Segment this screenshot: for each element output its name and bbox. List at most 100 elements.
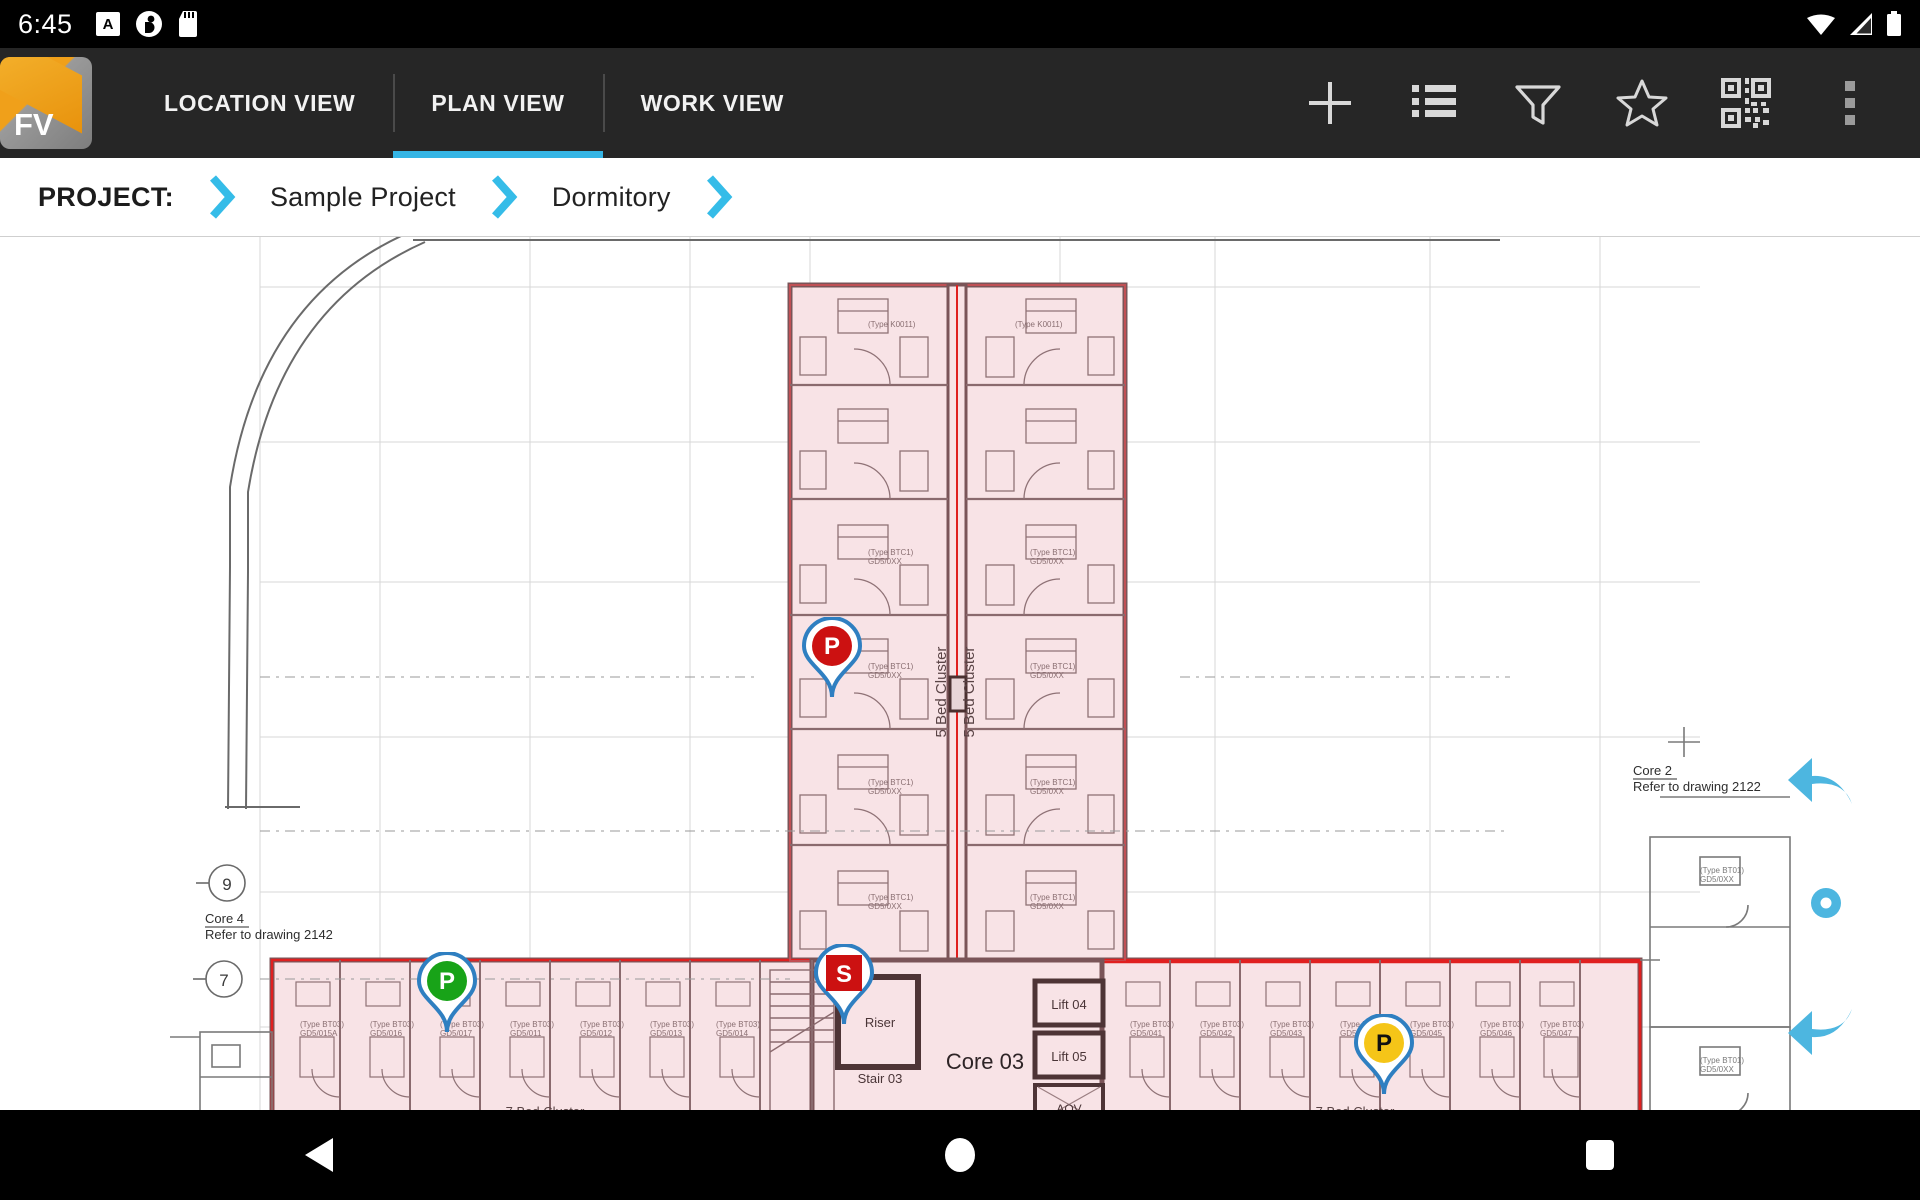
svg-text:Core 4: Core 4: [205, 911, 244, 926]
svg-text:A: A: [102, 16, 113, 33]
svg-text:GD5/0XX: GD5/0XX: [1030, 902, 1064, 911]
scan-qr-button[interactable]: [1698, 48, 1794, 158]
app-logo[interactable]: FV: [0, 57, 92, 149]
svg-text:(Type K0011): (Type K0011): [868, 320, 916, 329]
app-bar-actions: [1282, 48, 1920, 158]
recents-square-icon: [1586, 1140, 1614, 1170]
svg-text:GD5/0XX: GD5/0XX: [1030, 787, 1064, 796]
android-home-button[interactable]: [870, 1110, 1050, 1200]
svg-text:(Type BT03): (Type BT03): [1410, 1020, 1454, 1029]
android-recents-button[interactable]: [1510, 1110, 1690, 1200]
breadcrumb-project-label: PROJECT:: [38, 181, 174, 212]
map-marker-p-yellow[interactable]: P: [1352, 1014, 1416, 1096]
plan-label-stair-03: Stair 03: [858, 1071, 903, 1086]
view-tabs: LOCATION VIEW PLAN VIEW WORK VIEW: [126, 48, 822, 158]
svg-text:(Type BTC1): (Type BTC1): [868, 893, 914, 902]
filter-button[interactable]: [1490, 48, 1586, 158]
svg-text:7: 7: [219, 971, 228, 990]
rotate-left-icon: [1788, 758, 1852, 804]
rotate-left-button[interactable]: [1786, 752, 1860, 816]
status-clock: 6:45: [18, 8, 73, 39]
status-system-icons: [1806, 11, 1902, 37]
svg-text:(Type BT03): (Type BT03): [370, 1020, 414, 1029]
cellular-signal-icon: [1850, 13, 1872, 35]
map-marker-p-red[interactable]: P: [800, 617, 864, 699]
svg-text:GD5/0XX: GD5/0XX: [868, 787, 902, 796]
svg-text:Refer to drawing 2142: Refer to drawing 2142: [205, 927, 333, 942]
list-icon: [1412, 85, 1456, 117]
svg-text:GD5/015A: GD5/015A: [300, 1029, 338, 1038]
map-marker-p-red-caption: P: [824, 633, 840, 660]
a-app-icon: A: [95, 12, 120, 36]
overflow-menu-icon: [1845, 81, 1855, 125]
qr-code-icon: [1721, 78, 1771, 128]
chevron-right-icon: [491, 175, 518, 219]
svg-text:Refer to drawing 2122: Refer to drawing 2122: [1633, 779, 1761, 794]
svg-text:(Type BT03): (Type BT03): [510, 1020, 554, 1029]
filter-icon: [1515, 85, 1561, 125]
svg-text:GD5/0XX: GD5/0XX: [1700, 875, 1734, 884]
tab-work-view-label: WORK VIEW: [640, 89, 784, 116]
add-button[interactable]: [1282, 48, 1378, 158]
app-bar: FV LOCATION VIEW PLAN VIEW WORK VIEW: [0, 48, 1920, 158]
breadcrumb-item-sample-project[interactable]: Sample Project: [270, 182, 456, 213]
svg-text:(Type BTC1): (Type BTC1): [1030, 662, 1076, 671]
tab-work-view[interactable]: WORK VIEW: [602, 48, 822, 158]
plan-label-core-03: Core 03: [946, 1049, 1024, 1074]
svg-text:(Type BT03): (Type BT03): [300, 1020, 344, 1029]
plan-canvas[interactable]: 5 Bed Cluster 5 Bed Cluster (Type BTC1) G…: [0, 237, 1920, 1110]
plan-label-lift-04: Lift 04: [1051, 997, 1086, 1012]
svg-text:GD5/043: GD5/043: [1270, 1029, 1303, 1038]
android-back-button[interactable]: [230, 1110, 410, 1200]
svg-text:(Type BTC1): (Type BTC1): [1030, 893, 1076, 902]
svg-text:GD5/0XX: GD5/0XX: [1700, 1065, 1734, 1074]
favourite-button[interactable]: [1594, 48, 1690, 158]
center-dot-icon: [1811, 888, 1841, 918]
svg-text:GD5/041: GD5/041: [1130, 1029, 1163, 1038]
map-marker-p-green[interactable]: P: [415, 952, 479, 1034]
tab-plan-view[interactable]: PLAN VIEW: [393, 48, 603, 158]
svg-text:(Type BT03): (Type BT03): [716, 1020, 760, 1029]
android-navigation-bar: [0, 1110, 1920, 1200]
svg-text:9: 9: [222, 875, 231, 894]
home-circle-icon: [945, 1138, 975, 1172]
svg-text:GD5/0XX: GD5/0XX: [1030, 671, 1064, 680]
svg-text:(Type BTC1): (Type BTC1): [868, 662, 914, 671]
floor-plan-drawing: 5 Bed Cluster 5 Bed Cluster (Type BTC1)G…: [0, 237, 1920, 1110]
battery-icon: [1887, 11, 1901, 36]
svg-text:GD5/011: GD5/011: [510, 1029, 542, 1038]
svg-text:(Type K0011): (Type K0011): [1015, 320, 1063, 329]
sd-card-icon: [178, 11, 197, 37]
svg-text:GD5/013: GD5/013: [650, 1029, 683, 1038]
svg-text:GD5/0XX: GD5/0XX: [1030, 557, 1064, 566]
tab-location-view-label: LOCATION VIEW: [164, 89, 356, 116]
map-marker-p-green-caption: P: [439, 968, 455, 995]
rotate-right-button[interactable]: [1786, 997, 1860, 1061]
status-bar: 6:45 A: [0, 0, 1920, 48]
svg-text:GD5/014: GD5/014: [716, 1029, 749, 1038]
map-marker-s-red[interactable]: S: [812, 944, 876, 1026]
map-marker-p-yellow-caption: P: [1376, 1030, 1392, 1057]
star-icon: [1616, 79, 1668, 127]
overflow-menu-button[interactable]: [1802, 48, 1898, 158]
svg-text:GD5/047: GD5/047: [1540, 1029, 1573, 1038]
svg-text:(Type BT01): (Type BT01): [1700, 1056, 1744, 1065]
map-marker-s-red-caption: S: [836, 961, 852, 988]
svg-text:(Type BT03): (Type BT03): [1200, 1020, 1244, 1029]
breadcrumb-item-dormitory[interactable]: Dormitory: [552, 182, 671, 213]
svg-text:(Type BT03): (Type BT03): [1480, 1020, 1524, 1029]
svg-text:GD5/046: GD5/046: [1480, 1029, 1513, 1038]
back-triangle-icon: [305, 1138, 333, 1172]
svg-text:(Type BTC1): (Type BTC1): [868, 778, 914, 787]
breadcrumb: PROJECT: Sample Project Dormitory: [0, 158, 1920, 237]
tab-location-view[interactable]: LOCATION VIEW: [126, 48, 393, 158]
status-notification-icons: A: [95, 10, 201, 38]
chevron-right-icon: [706, 175, 733, 219]
list-button[interactable]: [1386, 48, 1482, 158]
wifi-icon: [1807, 14, 1835, 35]
app-logo-text: FV: [14, 107, 54, 142]
chevron-right-icon: [209, 175, 236, 219]
add-icon: [1309, 82, 1351, 124]
plan-label-5-bed-cluster-right: 5 Bed Cluster: [961, 647, 978, 738]
reset-view-button[interactable]: [1808, 885, 1844, 921]
